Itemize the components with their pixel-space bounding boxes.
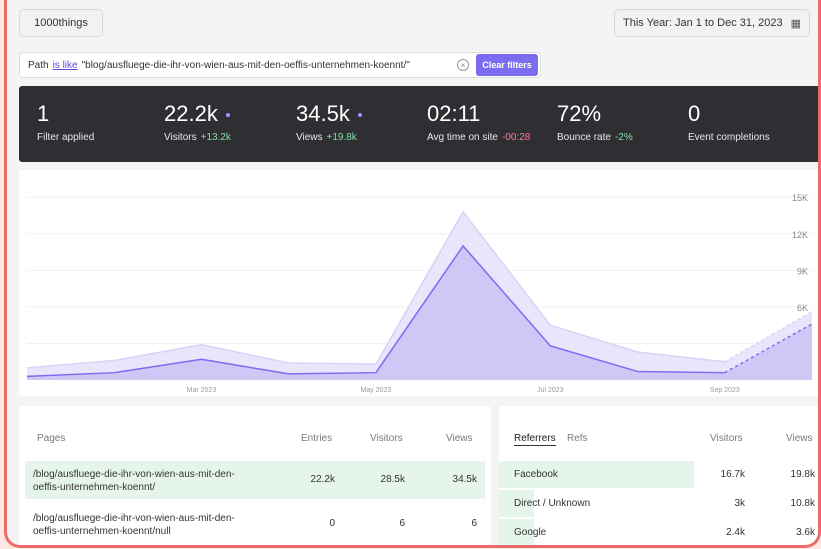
date-range-label: This Year: Jan 1 to Dec 31, 2023 [622,17,783,29]
traffic-chart-svg: 15K12K9K6K3KMar 2023May 2023Jul 2023Sep … [26,193,813,394]
views-header[interactable]: Views [786,433,813,444]
page-path-line: oeffis-unternehmen-koennt/ [33,482,156,493]
list-item[interactable]: Direct / Unknown 3k 10.8k [499,490,818,517]
stat-value: 34.5k [296,101,350,126]
stat-label: Visitors [164,132,197,143]
visitors-header[interactable]: Visitors [710,433,743,444]
stat-delta: -2% [614,132,633,143]
stat-views[interactable]: 34.5k Views +19.8k [296,102,362,143]
tab-refs[interactable]: Refs [567,433,588,444]
y-tick-label: 9K [797,266,808,276]
pages-header: Pages [37,433,66,444]
stat-delta: +19.8k [326,132,357,143]
calendar-icon: ▦ [790,17,801,30]
pages-panel: Pages Entries Visitors Views /blog/ausfl… [19,406,491,545]
stat-value: 22.2k [164,101,218,126]
table-row[interactable]: /blog/ausfluege-die-ihr-von-wien-aus-mit… [25,505,485,543]
visitors-cell: 2.4k [726,527,745,538]
stat-delta: -00:28 [501,132,531,143]
series-dot-icon [225,113,230,118]
y-tick-label: 15K [792,193,808,203]
filter-field: Path [28,59,49,71]
views-cell: 6 [471,518,477,529]
x-tick-label: May 2023 [361,387,392,394]
referrers-panel: Referrers Refs Visitors Views Facebook 1… [499,406,818,545]
referrer-name: Facebook [514,469,558,480]
views-header[interactable]: Views [446,433,473,444]
stats-bar: 1 Filter applied 22.2k Visitors +13.2k 34… [19,86,818,162]
stat-label: Views [296,132,323,143]
referrer-name: Direct / Unknown [514,498,591,509]
list-item[interactable]: Google 2.4k 3.6k [499,519,818,545]
stat-delta: +13.2k [200,132,231,143]
filter-bar: Path is like "blog/ausfluege-die-ihr-von… [19,52,541,78]
visitors-header[interactable]: Visitors [370,433,403,444]
close-circle-icon[interactable]: × [457,59,469,71]
clear-filters-button[interactable]: Clear filters [476,54,538,76]
entries-header[interactable]: Entries [301,433,332,444]
page-path-line: oeffis-unternehmen-koennt/null [33,526,171,537]
y-tick-label: 6K [797,303,808,313]
x-tick-label: Mar 2023 [187,387,217,394]
list-item[interactable]: Facebook 16.7k 19.8k [499,461,818,488]
top-bar: 1000things This Year: Jan 1 to Dec 31, 2… [7,0,818,44]
views-line [26,210,725,369]
views-cell: 10.8k [790,498,815,509]
stat-event-completions[interactable]: 0 Event completions [688,101,770,144]
stat-visitors[interactable]: 22.2k Visitors +13.2k [164,101,231,144]
views-cell: 3.6k [796,527,815,538]
filter-operator-link[interactable]: is like [53,60,78,71]
site-selector-button[interactable]: 1000things [19,9,103,37]
views-cell: 34.5k [452,474,477,485]
visitors-cell: 6 [399,518,405,529]
entries-cell: 22.2k [310,474,335,485]
x-tick-label: Jul 2023 [537,387,564,394]
date-range-button[interactable]: This Year: Jan 1 to Dec 31, 2023 ▦ [613,9,810,37]
y-tick-label: 12K [792,230,808,240]
stat-label: Filter applied [37,132,95,143]
tab-referrers[interactable]: Referrers [514,433,556,446]
stat-bounce-rate[interactable]: 72% Bounce rate -2% [557,101,633,144]
views-cell: 19.8k [790,469,815,480]
series-dot-icon [357,113,362,118]
page-path-line: /blog/ausfluege-die-ihr-von-wien-aus-mit… [33,513,235,524]
table-row[interactable]: /blog/ausfluege-die-ihr-von-wien-aus-mit… [25,461,485,499]
page-path-line: /blog/ausfluege-die-ihr-von-wien-aus-mit… [33,469,235,480]
stat-value: 72% [557,101,602,126]
dashboard-frame: 1000things This Year: Jan 1 to Dec 31, 2… [4,0,821,548]
visitors-cell: 3k [734,498,745,509]
entries-cell: 0 [329,518,335,529]
x-tick-label: Sep 2023 [710,387,740,394]
stat-value: 0 [688,101,701,126]
stat-filters-applied[interactable]: 1 Filter applied [37,101,95,144]
stat-value: 1 [37,101,50,126]
traffic-chart[interactable]: 15K12K9K6K3KMar 2023May 2023Jul 2023Sep … [19,170,818,396]
stat-avg-time[interactable]: 02:11 Avg time on site -00:28 [427,101,531,144]
visitors-cell: 16.7k [720,469,745,480]
stat-label: Avg time on site [427,132,498,143]
stat-label: Event completions [688,132,770,143]
filter-value: "blog/ausfluege-die-ihr-von-wien-aus-mit… [81,59,410,71]
stat-label: Bounce rate [557,132,611,143]
stat-value: 02:11 [427,101,481,126]
visitors-cell: 28.5k [380,474,405,485]
referrer-name: Google [514,527,547,538]
